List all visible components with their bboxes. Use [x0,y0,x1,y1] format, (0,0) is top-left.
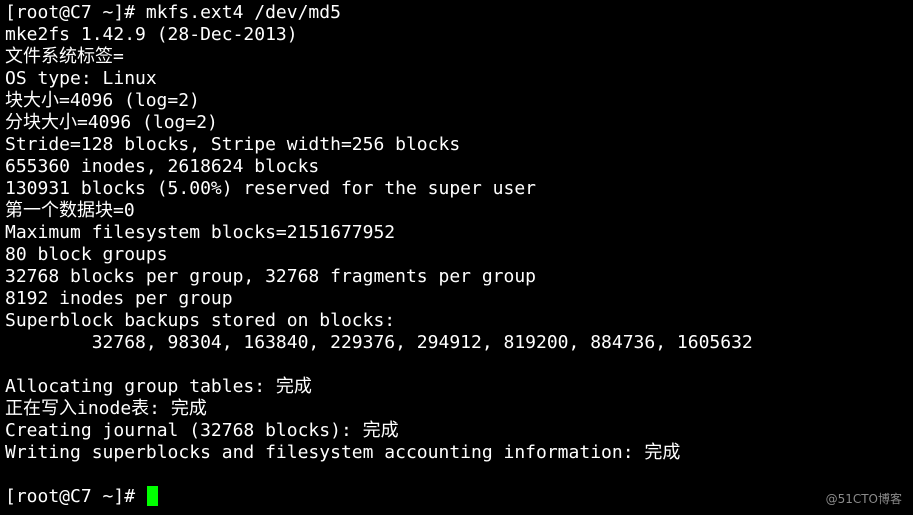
terminal-line: 分块大小=4096 (log=2) [5,112,218,133]
watermark: @51CTO博客 [825,492,902,506]
terminal-line: 8192 inodes per group [5,288,233,309]
terminal-line: Writing superblocks and filesystem accou… [5,442,681,463]
terminal-line: Allocating group tables: 完成 [5,376,312,397]
terminal-line: Creating journal (32768 blocks): 完成 [5,420,399,441]
shell-prompt: [root@C7 ~]# [5,486,146,507]
terminal-output: [root@C7 ~]# mkfs.ext4 /dev/md5 mke2fs 1… [5,2,753,508]
terminal-window[interactable]: [root@C7 ~]# mkfs.ext4 /dev/md5 mke2fs 1… [0,0,913,515]
terminal-line: 32768 blocks per group, 32768 fragments … [5,266,537,287]
terminal-line: 块大小=4096 (log=2) [5,90,200,111]
prompt-line[interactable]: [root@C7 ~]# [5,486,753,508]
terminal-line: 正在写入inode表: 完成 [5,398,207,419]
terminal-line: 130931 blocks (5.00%) reserved for the s… [5,178,537,199]
terminal-line: 32768, 98304, 163840, 229376, 294912, 81… [5,332,753,353]
terminal-line: 文件系统标签= [5,46,124,67]
terminal-line: 655360 inodes, 2618624 blocks [5,156,320,177]
terminal-line: [root@C7 ~]# mkfs.ext4 /dev/md5 [5,2,341,23]
terminal-line: 80 block groups [5,244,168,265]
terminal-line: 第一个数据块=0 [5,200,135,221]
terminal-line: OS type: Linux [5,68,157,89]
terminal-line: Superblock backups stored on blocks: [5,310,396,331]
terminal-cursor[interactable] [146,486,158,506]
terminal-line: mke2fs 1.42.9 (28-Dec-2013) [5,24,298,45]
terminal-line: Maximum filesystem blocks=2151677952 [5,222,396,243]
terminal-line: Stride=128 blocks, Stripe width=256 bloc… [5,134,461,155]
